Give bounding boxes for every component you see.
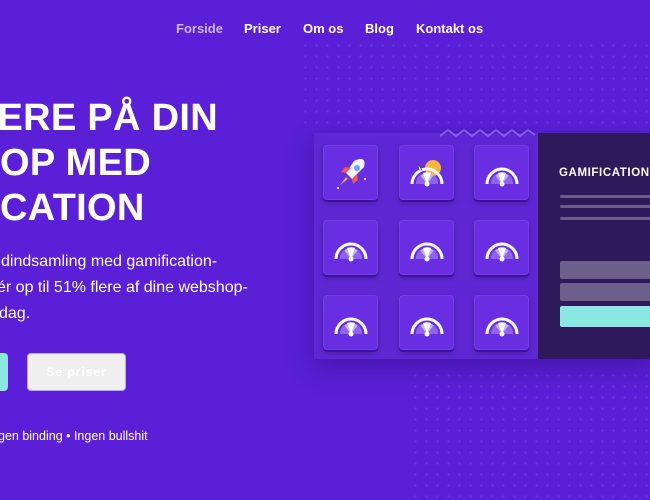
game-tile (323, 145, 378, 200)
game-tile (399, 295, 454, 350)
wheel-icon (483, 308, 521, 338)
text-line (560, 205, 650, 208)
game-tile (323, 220, 378, 275)
wheel-icon (483, 233, 521, 263)
wheel-icon (332, 233, 370, 263)
headline-line: CATION (0, 187, 145, 229)
hero-headline: HERE PÅ DIN OP MED CATION (0, 96, 218, 231)
nav-om-os[interactable]: Om os (303, 21, 343, 36)
panel-button (560, 306, 650, 327)
nav-kontakt-os[interactable]: Kontakt os (416, 21, 483, 36)
rocket-icon (332, 155, 370, 191)
game-tile (323, 295, 378, 350)
panel-title: GAMIFICATION U (559, 167, 650, 179)
form-field (560, 283, 650, 301)
primary-cta-button[interactable] (0, 353, 8, 391)
game-tile (474, 295, 529, 350)
wheel-icon (408, 233, 446, 263)
main-nav: Forside Priser Om os Blog Kontakt os (0, 21, 650, 41)
nav-forside[interactable]: Forside (176, 21, 223, 36)
subtext-line: dindsamling med gamification- (1, 253, 218, 270)
wheel-icon (332, 308, 370, 338)
text-line (560, 195, 650, 198)
wheel-icon (483, 158, 521, 188)
headline-line: HERE PÅ DIN (0, 97, 218, 139)
form-field (560, 261, 650, 279)
wheel-highlight-icon (408, 158, 446, 188)
subtext-line: dag. (0, 305, 31, 322)
game-tile (399, 220, 454, 275)
game-tile (474, 220, 529, 275)
hero-subtext: dindsamling med gamification- ér op til … (0, 249, 248, 327)
headline-line: OP MED (0, 142, 152, 184)
wheel-icon (408, 308, 446, 338)
dot-pattern (410, 370, 650, 500)
wave-decoration (440, 129, 535, 137)
text-line (560, 217, 650, 220)
gamification-panel: GAMIFICATION U (538, 133, 650, 359)
game-tile (474, 145, 529, 200)
hero-note: gen binding • Ingen bullshit (0, 429, 148, 443)
nav-blog[interactable]: Blog (365, 21, 394, 36)
se-priser-button[interactable]: Se priser (27, 353, 126, 391)
subtext-line: ér op til 51% flere af dine webshop- (0, 279, 248, 296)
nav-priser[interactable]: Priser (244, 21, 281, 36)
dot-pattern (300, 40, 650, 130)
game-tile (399, 145, 454, 200)
